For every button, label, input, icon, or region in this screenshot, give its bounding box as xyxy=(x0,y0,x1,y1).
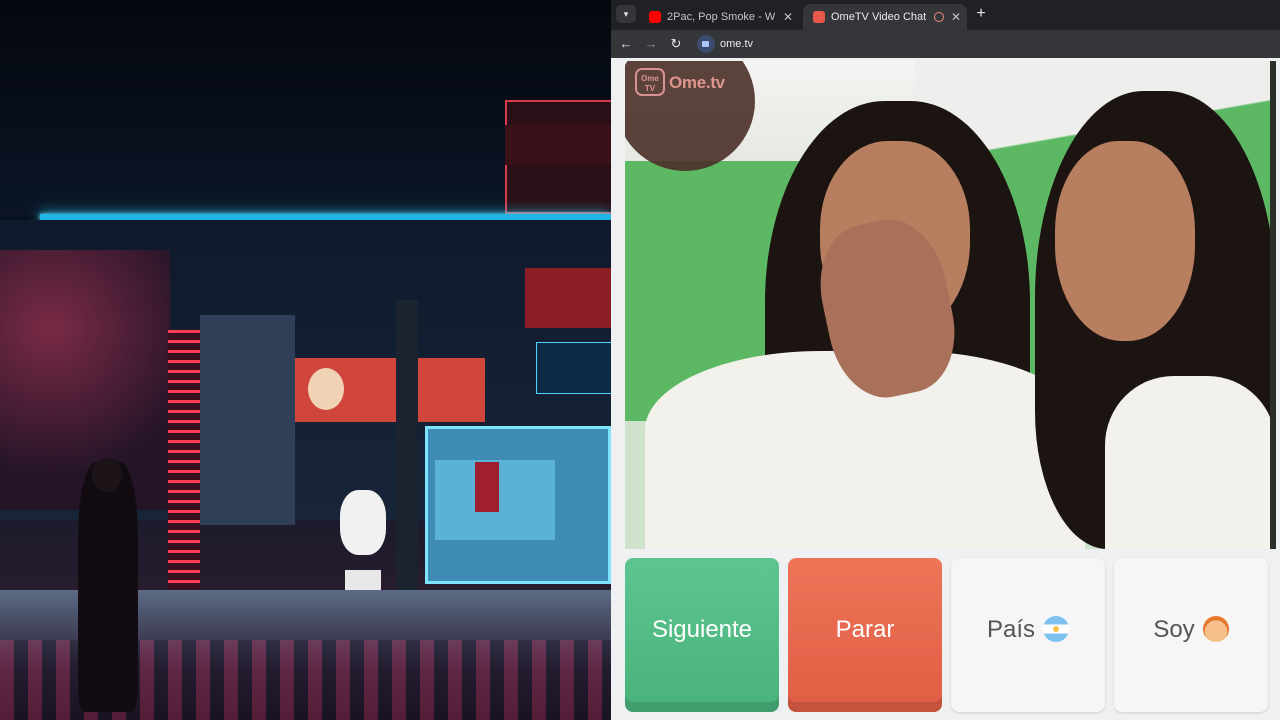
address-bar[interactable]: ome.tv xyxy=(693,33,1273,55)
gender-button[interactable]: Soy xyxy=(1114,558,1268,712)
stranger-video: Ome TV Ome.tv xyxy=(625,61,1276,549)
reload-icon: ↻ xyxy=(670,36,682,51)
tab-title: 2Pac, Pop Smoke - Write This D xyxy=(667,11,775,23)
boy-face-icon xyxy=(1202,615,1229,642)
arrow-right-icon: → xyxy=(644,36,658,51)
logo-badge: Ome TV xyxy=(635,68,665,96)
plus-icon: + xyxy=(976,5,986,22)
reload-button[interactable]: ↻ xyxy=(667,35,685,53)
page-content: Ome TV Ome.tv Siguiente Parar País Soy xyxy=(611,58,1280,720)
close-icon[interactable]: ✕ xyxy=(951,4,961,30)
browser-window: ▾ 2Pac, Pop Smoke - Write This D ✕ OmeTV… xyxy=(611,0,1280,720)
new-tab-button[interactable]: + xyxy=(972,5,990,23)
back-button[interactable]: ← xyxy=(617,35,635,53)
tab-youtube[interactable]: 2Pac, Pop Smoke - Write This D ✕ xyxy=(639,4,799,30)
ometv-logo: Ome TV Ome.tv xyxy=(635,66,735,98)
argentina-flag-icon xyxy=(1043,615,1070,642)
close-icon[interactable]: ✕ xyxy=(783,4,793,30)
camera-icon[interactable] xyxy=(697,35,715,53)
arrow-left-icon: ← xyxy=(619,36,633,51)
tab-search-button[interactable]: ▾ xyxy=(616,5,636,23)
country-label: País xyxy=(986,616,1036,643)
background-photo xyxy=(0,0,611,720)
gender-label: Soy xyxy=(1153,616,1195,643)
browser-toolbar: ← → ↻ ome.tv xyxy=(611,30,1280,58)
next-button[interactable]: Siguiente xyxy=(625,558,779,712)
ometv-icon xyxy=(813,11,825,23)
youtube-icon xyxy=(649,11,661,23)
recording-icon xyxy=(934,12,944,22)
tab-strip: ▾ 2Pac, Pop Smoke - Write This D ✕ OmeTV… xyxy=(611,0,1280,30)
tab-title: OmeTV Video Chat — Ome xyxy=(831,11,927,23)
url-text: ome.tv xyxy=(720,38,754,50)
tab-ometv[interactable]: OmeTV Video Chat — Ome ✕ xyxy=(803,4,967,30)
country-button[interactable]: País xyxy=(951,558,1105,712)
stop-button[interactable]: Parar xyxy=(788,558,942,712)
forward-button[interactable]: → xyxy=(642,35,660,53)
stop-label: Parar xyxy=(835,616,895,643)
logo-text: Ome.tv xyxy=(669,73,725,92)
chevron-down-icon: ▾ xyxy=(623,9,629,19)
next-label: Siguiente xyxy=(651,616,753,643)
